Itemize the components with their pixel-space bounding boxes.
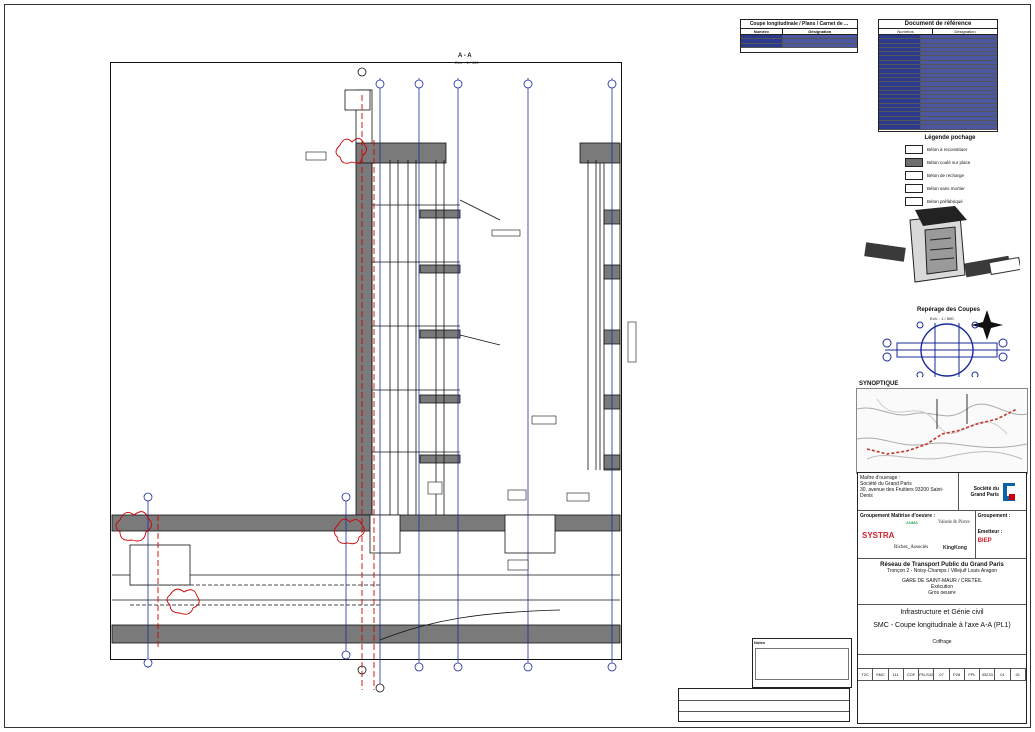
red-cut-lines bbox=[157, 95, 375, 690]
sgp-logo-icon bbox=[1002, 482, 1015, 501]
firm-biep: BIEP bbox=[977, 538, 992, 544]
shaft-structure bbox=[111, 89, 621, 644]
codes-row: T2C SMC 111 COF PN-S42 07 P28 FPL 33233 01 01 bbox=[858, 669, 1026, 681]
axis-lines bbox=[147, 78, 613, 685]
group-label: Groupement Maîtrise d'oeuvre : bbox=[860, 513, 936, 519]
troncon: Tronçon 2 - Noisy-Champs / Villejuif Lou… bbox=[886, 568, 998, 574]
firm-anma: ANMA bbox=[906, 520, 918, 525]
owner-address: 30, avenue des Fruitiers 93200 Saint-Den… bbox=[860, 487, 944, 499]
discipline: Infrastructure et Génie civil bbox=[900, 609, 984, 616]
firm-valode: Valode & Pistre bbox=[938, 520, 970, 525]
emitter-label: Emetteur : bbox=[977, 529, 1003, 535]
code-cell: SMC bbox=[873, 669, 889, 680]
firm-riches: Richez_Associés bbox=[894, 545, 929, 550]
code-cell: 07 bbox=[934, 669, 950, 680]
code-cell: 01 bbox=[1011, 669, 1026, 680]
code-cell: 111 bbox=[889, 669, 904, 680]
firm-systra: SYSTRA bbox=[862, 531, 895, 540]
code-cell: 01 bbox=[995, 669, 1011, 680]
sheet-subtitle: Coffrage bbox=[932, 639, 952, 645]
revision-clouds bbox=[115, 138, 367, 615]
code-cell: T2C bbox=[858, 669, 874, 680]
notes-box: Notes bbox=[752, 638, 852, 688]
group-label-2: Groupement : bbox=[977, 513, 1011, 519]
title-block: Maître d'ouvrage : Société du Grand Pari… bbox=[857, 472, 1027, 724]
code-cell: PN-S42 bbox=[919, 669, 935, 680]
sheet-title: SMC - Coupe longitudinale à l'axe A-A (P… bbox=[873, 622, 1011, 629]
revision-table bbox=[678, 688, 850, 722]
lot: Gros oeuvre bbox=[928, 590, 956, 596]
sgp-logo-text: Société du Grand Paris bbox=[970, 485, 999, 498]
firm-kingkong: KingKong bbox=[943, 545, 967, 551]
code-cell: COF bbox=[904, 669, 920, 680]
code-cell: FPL bbox=[965, 669, 981, 680]
code-cell: P28 bbox=[950, 669, 965, 680]
code-cell: 33233 bbox=[980, 669, 996, 680]
notes-label: Notes bbox=[754, 640, 766, 645]
